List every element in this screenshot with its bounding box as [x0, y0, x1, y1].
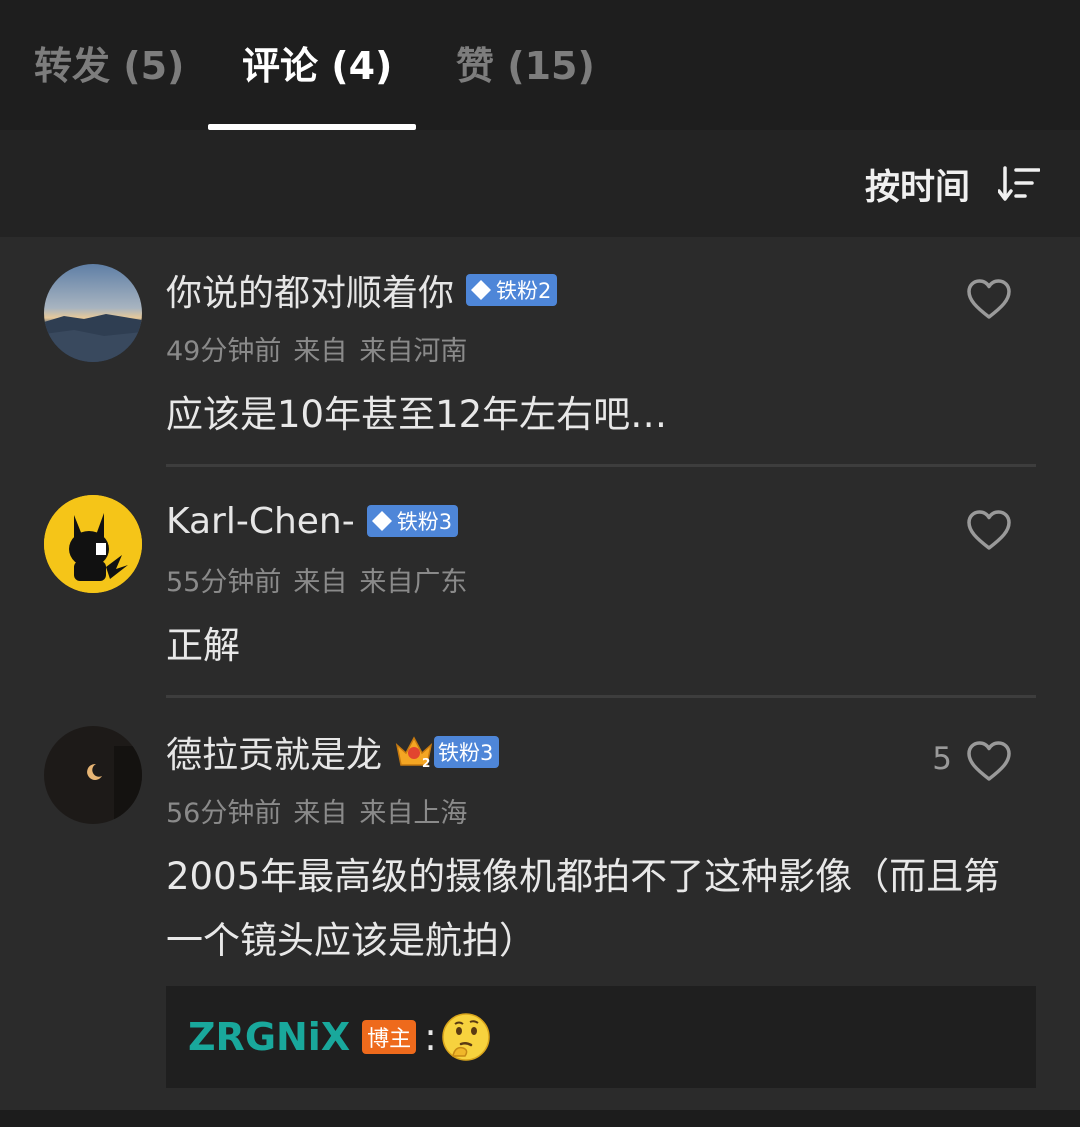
comment-header: 德拉贡就是龙 2 铁粉3: [166, 726, 500, 778]
commenter-name[interactable]: Karl-Chen-: [166, 501, 355, 542]
sort-label: 按时间: [864, 167, 970, 208]
comment-text: 2005年最高级的摄像机都拍不了这种影像（而且第一个镜头应该是航拍）: [166, 855, 1001, 962]
reply-separator: :: [424, 1015, 437, 1059]
comment-meta: 55分钟前 来自 来自广东: [166, 560, 479, 599]
reply-author-name[interactable]: ZRGNiX: [188, 1015, 350, 1059]
fan-badge: 铁粉3: [366, 505, 459, 537]
svg-text:2: 2: [422, 756, 430, 770]
comment-time: 55分钟前: [166, 567, 282, 598]
commenter-name[interactable]: 德拉贡就是龙: [166, 726, 382, 778]
divider: [166, 464, 1036, 467]
comment-meta: 56分钟前 来自 来自上海: [166, 791, 479, 830]
fan-badge-label: 铁粉3: [438, 741, 494, 765]
comment-source: 来自: [293, 336, 348, 367]
author-tag: 博主: [362, 1020, 417, 1054]
tab-likes[interactable]: 赞 (15): [456, 38, 595, 94]
heart-icon[interactable]: [966, 740, 1012, 782]
sort-by-time-button[interactable]: 按时间: [865, 158, 1040, 210]
comment-location: 来自河南: [359, 336, 468, 367]
sort-bar: 按时间: [0, 130, 1080, 237]
avatar[interactable]: [44, 726, 142, 824]
comment-location: 来自上海: [359, 798, 468, 829]
author-reply[interactable]: ZRGNiX 博主 :: [166, 986, 1036, 1088]
avatar[interactable]: [44, 495, 142, 593]
fan-badge-label: 铁粉3: [396, 510, 453, 534]
fan-badge: 铁粉3: [434, 736, 500, 768]
tab-bar: 转发 (5) 评论 (4) 赞 (15): [0, 0, 1080, 130]
moon-avatar-image: [44, 726, 142, 824]
thinking-emoji-icon: [442, 1013, 490, 1061]
diamond-icon: [371, 511, 392, 531]
heart-icon[interactable]: [966, 278, 1012, 320]
comment-meta: 49分钟前 来自 来自河南: [166, 329, 479, 368]
bottom-strip: [0, 1110, 1080, 1127]
avatar[interactable]: [44, 264, 142, 362]
divider: [166, 695, 1036, 698]
comment-header: Karl-Chen- 铁粉3: [166, 495, 459, 547]
tab-reposts[interactable]: 转发 (5): [34, 38, 184, 94]
commenter-name[interactable]: 你说的都对顺着你: [166, 264, 454, 316]
fan-badge: 铁粉2: [466, 274, 558, 306]
like-count: 5: [932, 741, 952, 777]
comment-source: 来自: [293, 798, 348, 829]
sort-descending-icon: [998, 166, 1040, 201]
comment-text: 正解: [166, 624, 240, 667]
tab-comments[interactable]: 评论 (4): [242, 38, 392, 94]
diamond-icon: [471, 280, 492, 300]
crown-icon: 2: [395, 736, 433, 770]
heart-icon[interactable]: [966, 509, 1012, 551]
comment-time: 49分钟前: [166, 336, 282, 367]
landscape-avatar-image: [44, 264, 142, 362]
comment-time: 56分钟前: [166, 798, 282, 829]
comment-text: 应该是10年甚至12年左右吧…: [166, 393, 668, 436]
pikachu-avatar-image: [44, 495, 142, 593]
comment-source: 来自: [293, 567, 348, 598]
comment-header: 你说的都对顺着你 铁粉2: [166, 264, 558, 316]
fan-badge-label: 铁粉2: [496, 279, 552, 303]
comment-location: 来自广东: [359, 567, 468, 598]
